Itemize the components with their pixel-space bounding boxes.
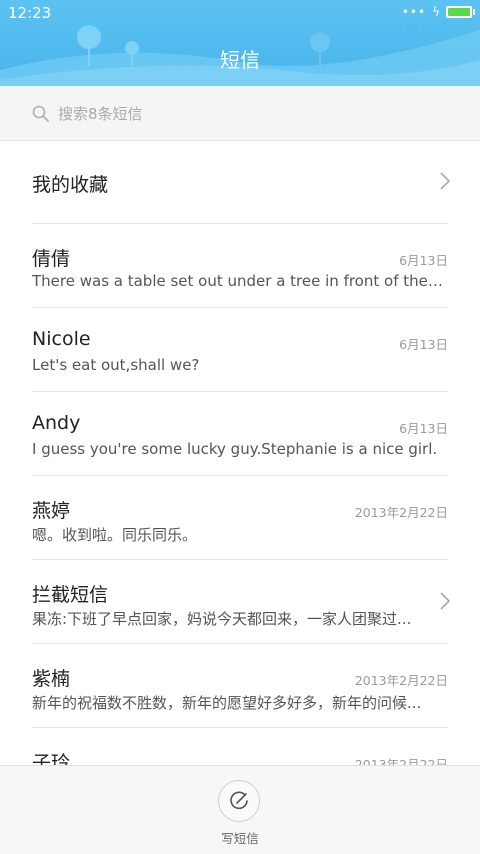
search-input[interactable]: 搜索8条短信 [0,86,480,141]
message-preview: 新年的祝福数不胜数，新年的愿望好多好多，新年的问候... [32,694,422,712]
message-preview: Let's eat out,shall we? [32,356,200,374]
message-date: 6月13日 [399,253,448,268]
message-date: 2013年2月22日 [354,505,448,520]
compose-label: 写短信 [221,831,259,846]
message-preview: 嗯。收到啦。同乐同乐。 [32,526,198,544]
conversation-list: 我的收藏 倩倩 6月13日 There was a table set out … [0,140,480,812]
favorites-row[interactable]: 我的收藏 [0,140,480,224]
message-preview: There was a table set out under a tree i… [32,272,447,290]
conversation-row[interactable]: Andy 6月13日 I guess you're some lucky guy… [0,392,480,476]
contact-name: 燕婷 [32,500,71,522]
contact-name: 倩倩 [32,248,71,270]
contact-name: 紫楠 [32,668,71,690]
conversation-row[interactable]: 倩倩 6月13日 There was a table set out under… [0,224,480,308]
signal-dots-icon: ••• [401,5,427,19]
message-date: 6月13日 [399,421,448,436]
charging-icon: ϟ [432,5,440,19]
search-icon [32,105,49,122]
conversation-row[interactable]: Nicole 6月13日 Let's eat out,shall we? [0,308,480,392]
status-time: 12:23 [8,4,52,22]
battery-icon [446,6,475,18]
message-preview: 果冻:下班了早点回家，妈说今天都回来，一家人团聚过... [32,610,412,628]
favorites-label: 我的收藏 [32,174,109,196]
message-date: 6月13日 [399,337,448,352]
contact-name: Nicole [32,328,91,350]
page-title: 短信 [220,48,260,72]
app-header: 12:23 ••• ϟ 短信 [0,0,480,86]
contact-name: Andy [32,412,81,434]
compose-icon [230,791,248,810]
contact-name: 拦截短信 [32,584,109,606]
message-preview: I guess you're some lucky guy.Stephanie … [32,440,438,458]
blocked-messages-row[interactable]: 拦截短信 果冻:下班了早点回家，妈说今天都回来，一家人团聚过... [0,560,480,644]
chevron-right-icon [440,592,450,610]
compose-button[interactable] [218,780,260,822]
chevron-right-icon [440,172,450,190]
conversation-row[interactable]: 紫楠 2013年2月22日 新年的祝福数不胜数，新年的愿望好多好多，新年的问候.… [0,644,480,728]
message-date: 2013年2月22日 [354,673,448,688]
status-icons: ••• ϟ [401,5,475,19]
search-placeholder: 搜索8条短信 [58,105,143,123]
bottom-toolbar: 写短信 [0,765,480,854]
conversation-row[interactable]: 燕婷 2013年2月22日 嗯。收到啦。同乐同乐。 [0,476,480,560]
